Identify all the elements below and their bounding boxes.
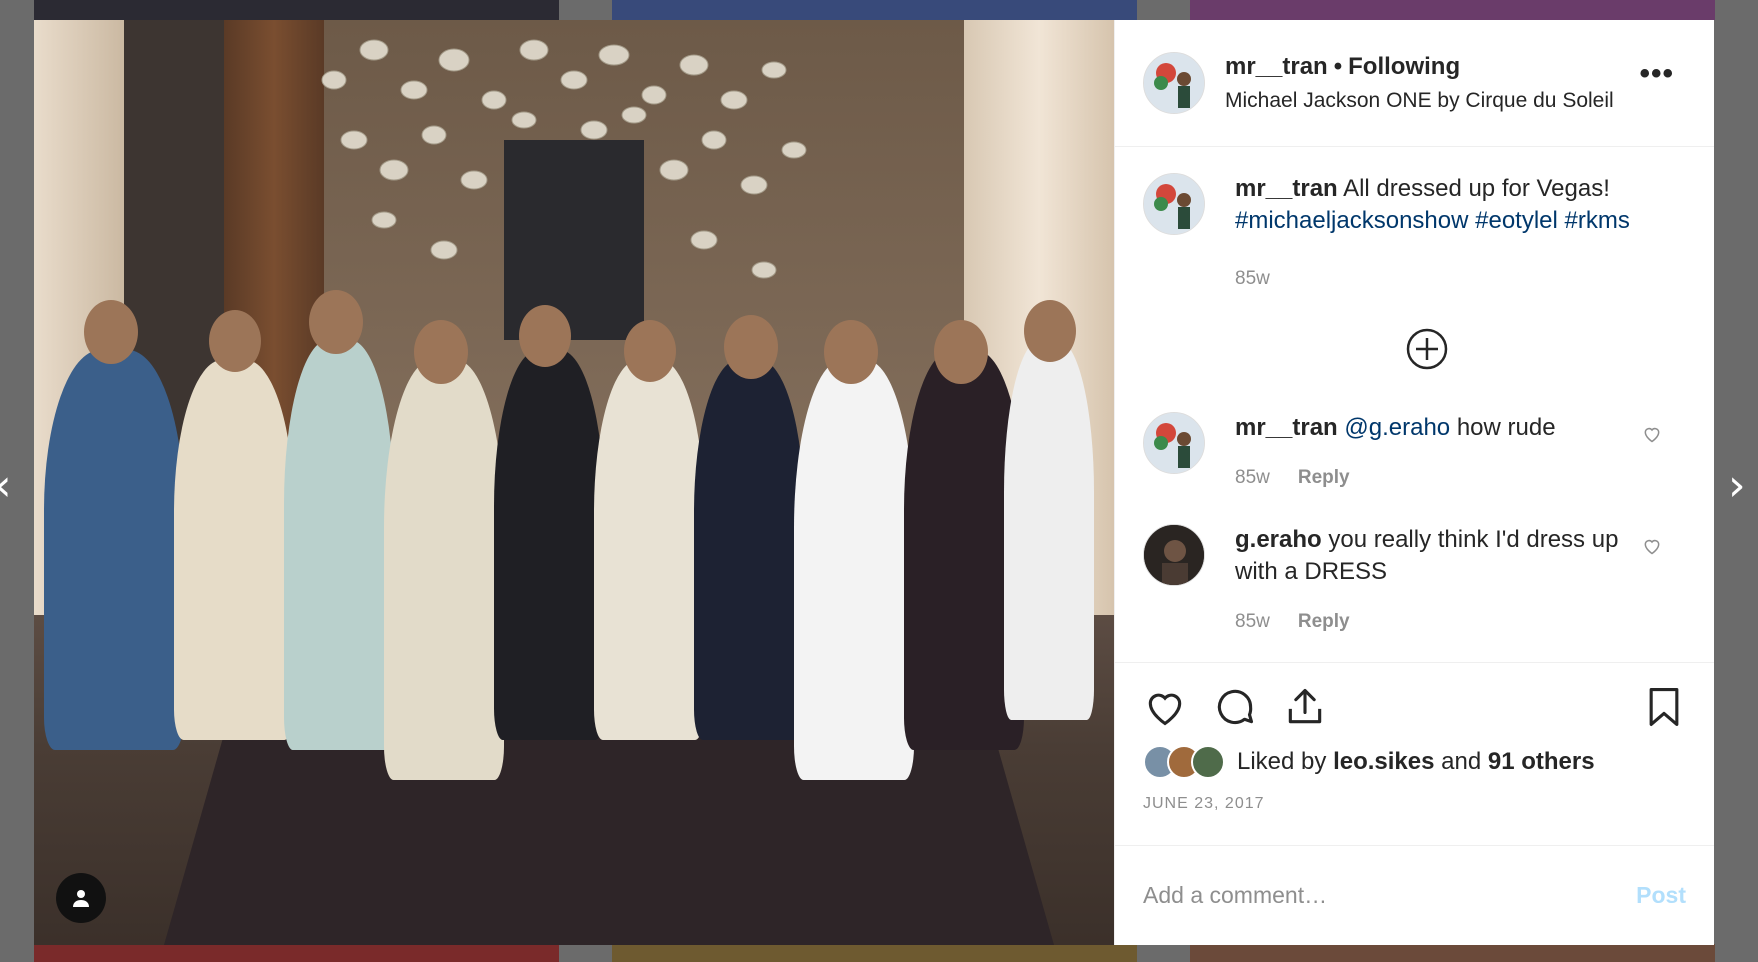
avatar[interactable] [1143, 173, 1205, 235]
caption-text: All dressed up for Vegas! [1343, 175, 1610, 202]
comment-text: how rude [1456, 414, 1556, 441]
previous-post-arrow-icon[interactable]: ‹ [0, 462, 20, 510]
add-comment-bar: Post [1115, 845, 1714, 945]
more-options-icon[interactable]: ••• [1639, 59, 1674, 89]
likes-summary: Liked by leo.sikes and 91 others [1143, 745, 1686, 779]
background-thumbnail[interactable] [1190, 0, 1715, 20]
post-header: mr__tran • Following Michael Jackson ONE… [1115, 20, 1714, 147]
comment-item: g.eraho you really think I'd dress up wi… [1143, 524, 1690, 638]
next-post-arrow-icon[interactable]: › [1728, 462, 1754, 510]
liker-username[interactable]: leo.sikes [1333, 748, 1434, 776]
hashtag-link[interactable]: #michaeljacksonshow [1235, 207, 1468, 234]
avatar[interactable] [1191, 745, 1225, 779]
reply-button[interactable]: Reply [1298, 462, 1350, 494]
comment-timestamp[interactable]: 85w [1235, 462, 1270, 494]
comment-input[interactable] [1143, 882, 1637, 909]
caption-username[interactable]: mr__tran [1235, 175, 1338, 202]
avatar[interactable] [1143, 524, 1205, 586]
background-thumbnail[interactable] [612, 944, 1137, 962]
speech-bubble-icon[interactable] [1213, 685, 1257, 729]
avatar[interactable] [1143, 412, 1205, 474]
user-tags-button[interactable] [56, 873, 106, 923]
bookmark-icon[interactable] [1642, 685, 1686, 729]
post-comment-button[interactable]: Post [1636, 882, 1686, 909]
liked-by-prefix: Liked by [1237, 748, 1327, 775]
comments-list[interactable]: mr__tran All dressed up for Vegas! #mich… [1115, 147, 1714, 662]
comment-username[interactable]: g.eraho [1235, 526, 1322, 553]
caption-timestamp[interactable]: 85w [1235, 263, 1270, 295]
post-side-panel: mr__tran • Following Michael Jackson ONE… [1114, 20, 1714, 945]
avatar[interactable] [1143, 52, 1205, 114]
share-icon[interactable] [1283, 685, 1327, 729]
comment-username[interactable]: mr__tran [1235, 414, 1338, 441]
heart-icon[interactable] [1642, 536, 1662, 556]
mention-link[interactable]: @g.eraho [1344, 414, 1450, 441]
post-modal: mr__tran • Following Michael Jackson ONE… [34, 20, 1714, 945]
background-thumbnail[interactable] [612, 0, 1137, 20]
hashtag-link[interactable]: #eotylel [1475, 207, 1558, 234]
follow-status-button[interactable]: Following [1348, 53, 1460, 81]
post-photo[interactable] [34, 20, 1114, 945]
photo-scene [34, 20, 1114, 945]
background-thumbnail[interactable] [34, 0, 559, 20]
plus-circle-icon[interactable] [1405, 327, 1449, 371]
likes-count-link[interactable]: 91 others [1488, 748, 1595, 776]
post-actions: Liked by leo.sikes and 91 others JUNE 23… [1115, 662, 1714, 845]
caption: mr__tran All dressed up for Vegas! #mich… [1143, 173, 1690, 295]
header-separator: • [1333, 53, 1343, 80]
background-thumbnail[interactable] [34, 944, 559, 962]
comment-item: mr__tran @g.eraho how rude 85w Reply [1143, 412, 1690, 494]
header-username[interactable]: mr__tran [1225, 53, 1328, 81]
heart-icon[interactable] [1143, 685, 1187, 729]
reply-button[interactable]: Reply [1298, 606, 1350, 638]
heart-icon[interactable] [1642, 424, 1662, 444]
comment-timestamp[interactable]: 85w [1235, 606, 1270, 638]
background-thumbnail[interactable] [1190, 944, 1715, 962]
hashtag-link[interactable]: #rkms [1565, 207, 1630, 234]
post-date[interactable]: JUNE 23, 2017 [1143, 795, 1686, 813]
person-icon [73, 890, 89, 907]
location-link[interactable]: Michael Jackson ONE by Cirque du Soleil [1225, 89, 1614, 113]
liked-by-conjunction: and [1441, 748, 1482, 775]
